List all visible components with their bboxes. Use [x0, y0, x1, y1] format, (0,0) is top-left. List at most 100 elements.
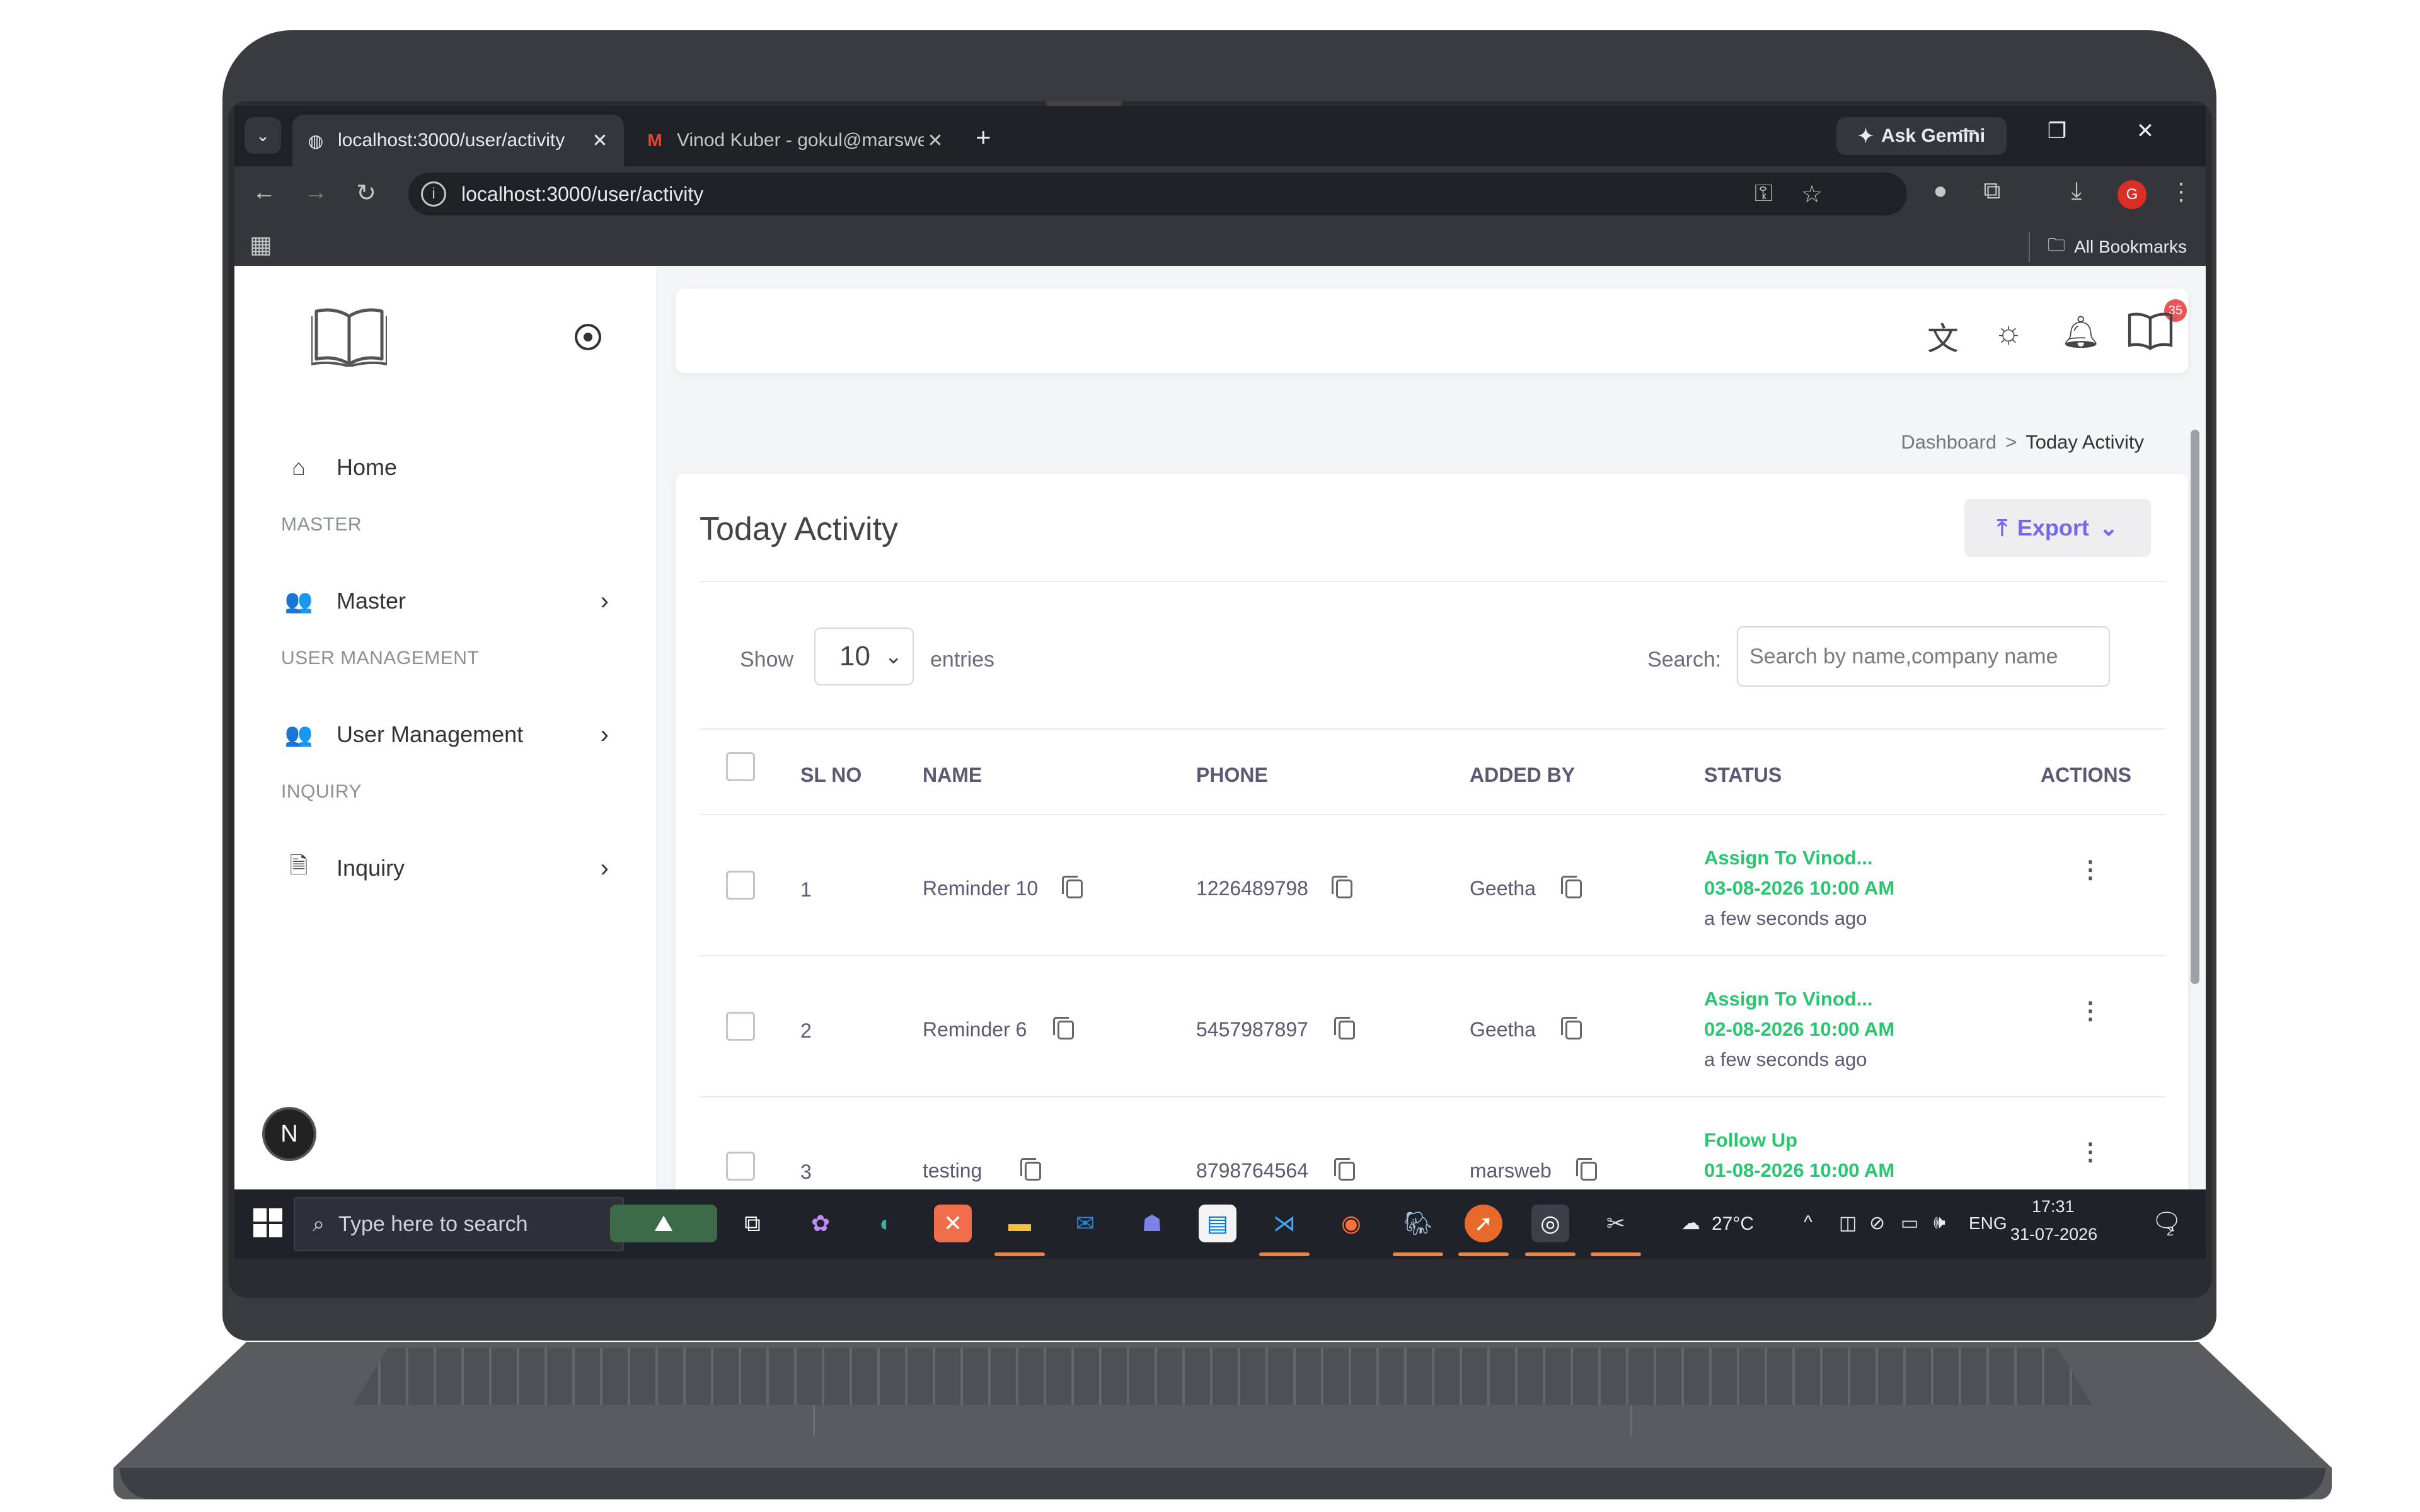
search-input[interactable] [1737, 626, 2110, 687]
sidebar-item-master[interactable]: 👥 Master › [281, 582, 609, 620]
download-icon[interactable]: ⤓ [2061, 178, 2092, 205]
copy-icon[interactable] [1053, 1017, 1074, 1040]
row-actions-menu-icon[interactable]: ⋮ [2078, 997, 2102, 1025]
copy-icon[interactable] [1332, 876, 1352, 898]
row-actions-menu-icon[interactable]: ⋮ [2078, 856, 2102, 884]
book-icon[interactable] [2126, 310, 2174, 350]
header-sl-no[interactable]: SL NO [800, 764, 861, 787]
snipping-tool-icon[interactable]: ✂ [1597, 1205, 1635, 1242]
export-label: Export [2017, 515, 2089, 541]
xampp-icon[interactable]: ✕ [934, 1205, 972, 1242]
address-bar[interactable]: i localhost:3000/user/activity ⚿ ☆ [408, 173, 1907, 215]
meet-now-icon[interactable]: ◫ [1839, 1212, 1857, 1234]
show-hidden-icons-icon[interactable]: ^ [1804, 1212, 1812, 1234]
chevron-right-icon: › [600, 854, 609, 882]
copy-icon[interactable] [1576, 1158, 1597, 1181]
browser-menu-icon[interactable]: ⋮ [2165, 178, 2197, 206]
reload-icon[interactable]: ↻ [350, 179, 382, 207]
tab-search-button[interactable]: ⌄ [245, 117, 281, 154]
copy-icon[interactable] [1062, 876, 1083, 898]
copy-icon[interactable] [1561, 876, 1582, 898]
taskbar-search[interactable]: ⌕ Type here to search [294, 1197, 624, 1251]
search-highlight-image[interactable]: ⛰ [610, 1205, 717, 1242]
vscode-icon[interactable]: ⋊ [1265, 1205, 1303, 1242]
extension-egg-icon[interactable]: ● [1925, 178, 1956, 205]
cell-added-by: Geetha [1470, 1018, 1536, 1041]
postgres-icon[interactable]: 🐘︎ [1399, 1205, 1437, 1242]
select-all-checkbox[interactable] [726, 752, 755, 781]
header-status[interactable]: STATUS [1704, 764, 1782, 787]
extensions-puzzle-icon[interactable]: ⧉ [1976, 178, 2008, 205]
clock-time[interactable]: 17:31 [2032, 1197, 2075, 1217]
app-content: ⌂ Home MASTER 👥 Master › USER MANAGEMENT… [234, 266, 2206, 1230]
postman-icon[interactable]: ➚ [1465, 1205, 1502, 1242]
copy-icon[interactable] [1334, 1158, 1355, 1181]
clock-date[interactable]: 31-07-2026 [2010, 1225, 2097, 1244]
tab-gmail[interactable]: M Vinod Kuber - gokul@marsweb ✕ [631, 115, 959, 166]
close-window-icon[interactable]: ✕ [2126, 118, 2164, 144]
back-icon[interactable]: ← [248, 179, 280, 206]
export-button[interactable]: ⤒ Export ⌄ [1964, 499, 2151, 557]
store-icon[interactable]: ▤ [1199, 1205, 1236, 1242]
scrollbar-thumb[interactable] [2191, 430, 2199, 984]
row-divider [700, 814, 2165, 815]
translate-icon[interactable]: 文 [1927, 314, 1959, 359]
windows-start-icon[interactable] [253, 1208, 284, 1239]
sun-theme-icon[interactable]: ☼ [1994, 314, 2023, 350]
header-added-by[interactable]: ADDED BY [1470, 764, 1575, 787]
password-key-icon[interactable]: ⚿ [1754, 180, 1773, 207]
site-info-icon[interactable]: i [421, 181, 446, 207]
file-explorer-icon[interactable]: ▬ [1001, 1205, 1039, 1242]
cell-name: Reminder 10 [923, 877, 1039, 900]
minimize-icon[interactable]: ─ [1949, 118, 1986, 143]
weather-temperature[interactable]: 27°C [1712, 1213, 1754, 1235]
row-checkbox[interactable] [726, 871, 755, 900]
copilot-icon[interactable]: ✿ [802, 1205, 839, 1242]
tab-localhost[interactable]: ◍ localhost:3000/user/activity ✕ [292, 115, 624, 166]
network-icon[interactable]: ▭ [1901, 1212, 1918, 1234]
volume-icon[interactable]: 🕪︎ [1933, 1212, 1945, 1234]
task-view-icon[interactable]: ⧉ [734, 1205, 771, 1242]
row-actions-menu-icon[interactable]: ⋮ [2078, 1138, 2102, 1166]
sidebar-pin-icon[interactable] [575, 324, 601, 350]
weather-icon[interactable]: ☁ [1681, 1212, 1700, 1234]
bell-icon[interactable]: 🔔︎ [2061, 314, 2100, 351]
activity-card: Today Activity ⤒ Export ⌄ Show 10 ⌄ entr… [676, 474, 2188, 1230]
bookmark-star-icon[interactable]: ☆ [1801, 180, 1823, 209]
close-tab-icon[interactable]: ✕ [924, 130, 947, 152]
restore-icon[interactable]: ❐ [2038, 118, 2076, 144]
teams-icon[interactable]: ☗ [1133, 1205, 1171, 1242]
document-icon: 🗎 [289, 852, 308, 878]
chevron-right-icon: › [600, 587, 609, 615]
chrome-icon[interactable]: ◎ [1531, 1205, 1569, 1242]
copy-icon[interactable] [1020, 1158, 1041, 1181]
outlook-icon[interactable]: ✉ [1066, 1205, 1104, 1242]
close-tab-icon[interactable]: ✕ [589, 130, 611, 152]
profile-avatar[interactable]: G [2118, 180, 2146, 209]
mic-muted-icon[interactable]: ⊘ [1869, 1212, 1885, 1234]
page-scrollbar[interactable] [2188, 411, 2201, 1189]
row-checkbox[interactable] [726, 1152, 755, 1181]
status-text: Assign To Vinod... [1704, 847, 1873, 869]
breadcrumb-dashboard[interactable]: Dashboard [1901, 431, 1997, 454]
header-name[interactable]: NAME [923, 764, 982, 787]
all-bookmarks-button[interactable]: 🗀 All Bookmarks [2029, 232, 2187, 262]
language-indicator[interactable]: ENG [1969, 1213, 2007, 1234]
firefox-icon[interactable]: ◉ [1332, 1205, 1370, 1242]
apps-grid-icon[interactable]: ▦ [250, 231, 272, 259]
user-avatar[interactable]: N [262, 1107, 316, 1161]
windows-taskbar: ⌕ Type here to search ⛰ ⧉ ✿ ◐ ✕ ▬ ✉ ☗ ▤ … [234, 1189, 2206, 1259]
new-tab-button[interactable]: + [976, 122, 991, 152]
entries-select[interactable]: 10 ⌄ [814, 627, 914, 685]
forward-icon[interactable]: → [300, 179, 331, 206]
header-phone[interactable]: PHONE [1196, 764, 1268, 787]
active-app-indicator [994, 1252, 1045, 1256]
sidebar-item-user-management[interactable]: 👥 User Management › [281, 716, 609, 753]
sidebar-item-home[interactable]: ⌂ Home [281, 449, 609, 486]
row-checkbox[interactable] [726, 1012, 755, 1041]
copy-icon[interactable] [1561, 1017, 1582, 1040]
sidebar-item-inquiry[interactable]: 🗎 Inquiry › [281, 849, 609, 887]
edge-icon[interactable]: ◐ [867, 1205, 905, 1242]
copy-icon[interactable] [1334, 1017, 1355, 1040]
status-relative-time: a few seconds ago [1704, 907, 1867, 929]
